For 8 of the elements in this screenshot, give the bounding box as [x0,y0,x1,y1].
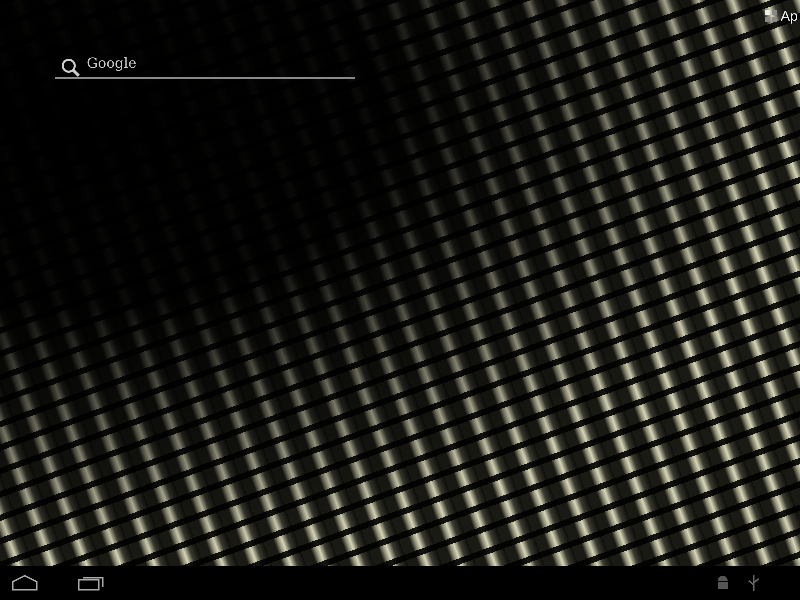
search-icon [61,58,81,78]
search-field[interactable]: Google [55,56,355,79]
grid-icon [764,10,777,22]
apps-button[interactable]: Ap [764,8,800,24]
recent-apps-icon [78,575,104,591]
home-button[interactable] [12,575,38,591]
home-icon [12,575,38,591]
recent-apps-button[interactable] [78,575,104,591]
